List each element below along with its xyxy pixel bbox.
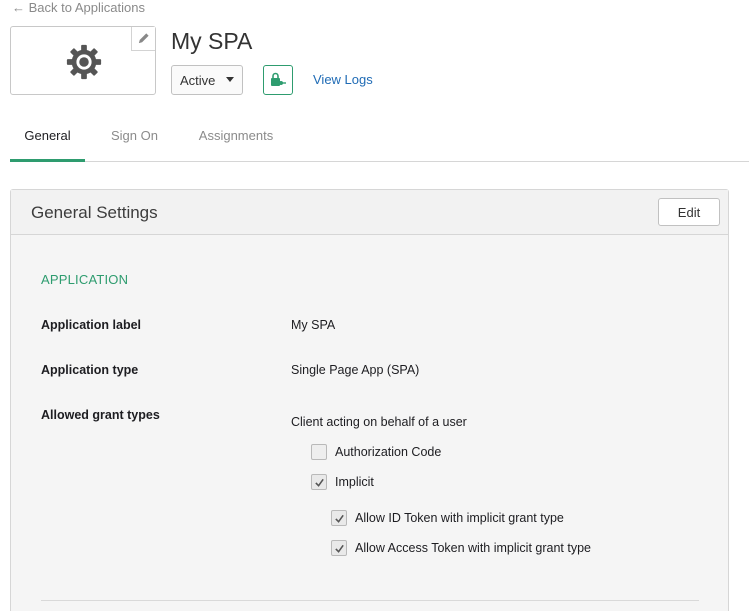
- authorization-code-label: Authorization Code: [335, 445, 442, 459]
- edit-button[interactable]: Edit: [658, 198, 720, 226]
- implicit-checkbox[interactable]: [311, 474, 327, 490]
- check-icon: [314, 478, 324, 487]
- field-label-allowed-grant-types: Allowed grant types: [41, 408, 160, 422]
- tab-bar: General Sign On Assignments: [10, 115, 749, 162]
- section-divider: [41, 600, 699, 601]
- check-icon: [334, 544, 344, 553]
- implicit-option-id-token: Allow ID Token with implicit grant type: [331, 510, 564, 526]
- page-title: My SPA: [171, 28, 253, 54]
- grant-authorization-code: Authorization Code: [311, 444, 441, 460]
- check-icon: [334, 514, 344, 523]
- push-status-button[interactable]: [263, 65, 293, 95]
- chevron-down-icon: [226, 77, 234, 82]
- panel-title: General Settings: [31, 203, 158, 222]
- view-logs-link[interactable]: View Logs: [313, 72, 373, 87]
- lock-key-icon: [271, 72, 286, 86]
- status-dropdown[interactable]: Active: [171, 65, 243, 95]
- field-label-application-label: Application label: [41, 318, 142, 332]
- app-logo: [10, 26, 156, 95]
- grant-types-heading: Client acting on behalf of a user: [291, 415, 467, 429]
- section-title: APPLICATION: [41, 272, 129, 287]
- implicit-label: Implicit: [335, 475, 374, 489]
- general-settings-panel: General Settings Edit APPLICATION Applic…: [10, 189, 729, 611]
- field-value-application-label: My SPA: [291, 318, 336, 332]
- tab-assignments[interactable]: Assignments: [192, 115, 280, 162]
- access-token-label: Allow Access Token with implicit grant t…: [355, 541, 591, 555]
- authorization-code-checkbox[interactable]: [311, 444, 327, 460]
- grant-implicit: Implicit: [311, 474, 374, 490]
- field-value-application-type: Single Page App (SPA): [291, 363, 420, 377]
- back-to-applications-link[interactable]: ← Back to Applications: [12, 0, 145, 15]
- id-token-label: Allow ID Token with implicit grant type: [355, 511, 564, 525]
- id-token-checkbox[interactable]: [331, 510, 347, 526]
- field-label-application-type: Application type: [41, 363, 139, 377]
- access-token-checkbox[interactable]: [331, 540, 347, 556]
- panel-header: General Settings Edit: [11, 190, 728, 235]
- implicit-option-access-token: Allow Access Token with implicit grant t…: [331, 540, 591, 556]
- tab-general[interactable]: General: [10, 115, 85, 162]
- gear-icon: [66, 44, 102, 80]
- edit-logo-button[interactable]: [131, 27, 155, 51]
- pencil-icon: [138, 33, 149, 44]
- status-dropdown-value: Active: [180, 72, 216, 88]
- tab-sign-on[interactable]: Sign On: [102, 115, 167, 162]
